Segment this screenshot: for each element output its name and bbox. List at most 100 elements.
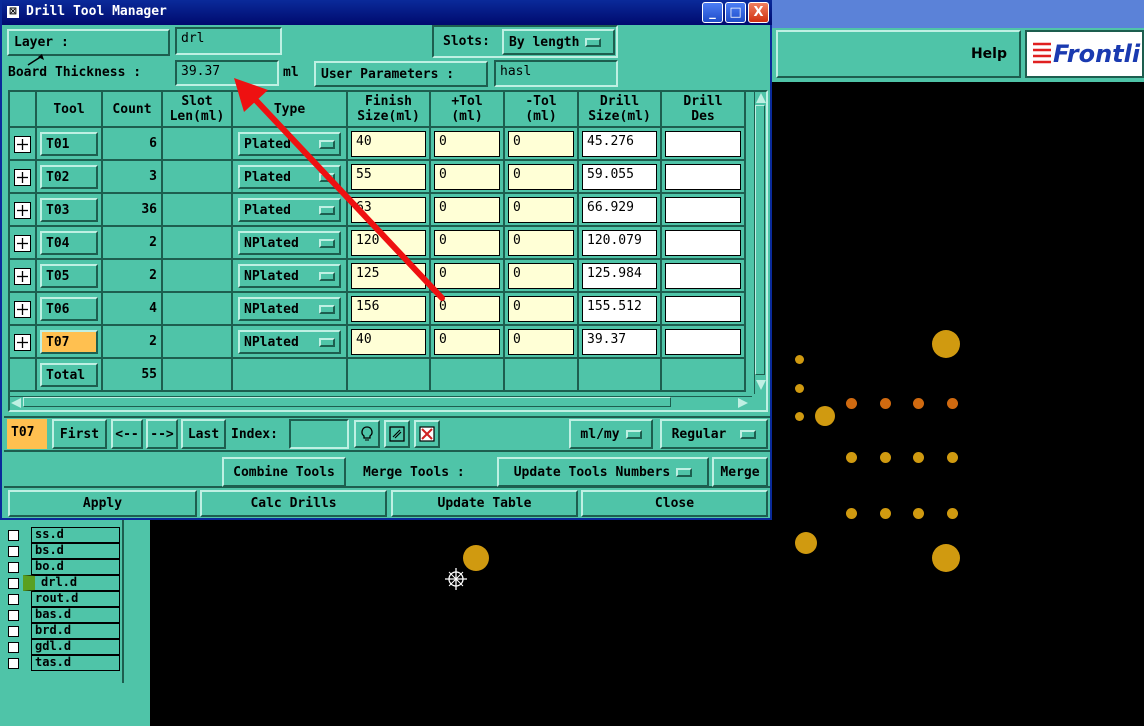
finish-size-field[interactable]: 63 (351, 197, 426, 223)
drill-des-field[interactable] (665, 197, 741, 223)
layer-row[interactable]: rout.d (4, 591, 120, 607)
lightbulb-icon[interactable] (354, 420, 380, 448)
plus-tol-field[interactable]: 0 (434, 197, 500, 223)
plus-tol-field[interactable]: 0 (434, 329, 500, 355)
drill-des-field[interactable] (665, 131, 741, 157)
tool-button[interactable]: T03 (40, 198, 98, 222)
scroll-left-arrow-icon[interactable] (11, 398, 21, 408)
finish-size-field[interactable]: 55 (351, 164, 426, 190)
minus-tol-field[interactable]: 0 (508, 296, 574, 322)
expand-row-icon[interactable] (14, 169, 31, 186)
drill-des-field[interactable] (665, 296, 741, 322)
minus-tol-field[interactable]: 0 (508, 131, 574, 157)
finish-size-field[interactable]: 125 (351, 263, 426, 289)
update-tools-numbers-select[interactable]: Update Tools Numbers (497, 457, 709, 487)
layer-row[interactable]: bs.d (4, 543, 120, 559)
plus-tol-field[interactable]: 0 (434, 296, 500, 322)
finish-size-field[interactable]: 40 (351, 131, 426, 157)
tool-button[interactable]: T02 (40, 165, 98, 189)
tool-button[interactable]: T06 (40, 297, 98, 321)
layer-row[interactable]: tas.d (4, 655, 120, 671)
type-select[interactable]: Plated (238, 132, 341, 156)
user-parameters-field[interactable]: hasl (494, 60, 618, 87)
layer-row[interactable]: bas.d (4, 607, 120, 623)
drill-size-field[interactable]: 66.929 (582, 197, 657, 223)
prev-button[interactable]: <-- (111, 419, 143, 449)
drill-size-field[interactable]: 45.276 (582, 131, 657, 157)
minimize-button[interactable]: _ (702, 2, 723, 23)
first-button[interactable]: First (52, 419, 107, 449)
layer-checkbox[interactable] (8, 529, 19, 541)
tool-button[interactable]: T01 (40, 132, 98, 156)
close-button[interactable]: Close (581, 490, 768, 517)
delete-icon[interactable] (414, 420, 440, 448)
type-select[interactable]: NPlated (238, 231, 341, 255)
expand-row-icon[interactable] (14, 268, 31, 285)
layer-checkbox[interactable] (8, 577, 19, 589)
units-select[interactable]: ml/my (569, 419, 653, 449)
help-button[interactable]: Help (776, 30, 1021, 78)
layer-row[interactable]: brd.d (4, 623, 120, 639)
scroll-right-arrow-icon[interactable] (738, 398, 748, 408)
finish-size-field[interactable]: 120 (351, 230, 426, 256)
expand-row-icon[interactable] (14, 301, 31, 318)
plus-tol-field[interactable]: 0 (434, 131, 500, 157)
finish-size-field[interactable]: 156 (351, 296, 426, 322)
type-select[interactable]: NPlated (238, 264, 341, 288)
tool-button[interactable]: T05 (40, 264, 98, 288)
scroll-up-arrow-icon[interactable] (756, 93, 766, 103)
minus-tol-field[interactable]: 0 (508, 197, 574, 223)
layer-checkbox[interactable] (8, 545, 19, 557)
type-select[interactable]: Plated (238, 198, 341, 222)
drill-des-field[interactable] (665, 263, 741, 289)
last-button[interactable]: Last (181, 419, 226, 449)
layer-row-active[interactable]: drl.d (4, 575, 120, 591)
mode-select[interactable]: Regular (660, 419, 768, 449)
minus-tol-field[interactable]: 0 (508, 164, 574, 190)
horizontal-scrollbar[interactable] (10, 396, 752, 408)
plus-tol-field[interactable]: 0 (434, 263, 500, 289)
drill-size-field[interactable]: 155.512 (582, 296, 657, 322)
maximize-button[interactable]: □ (725, 2, 746, 23)
tool-button[interactable]: T07 (40, 330, 98, 354)
layer-checkbox[interactable] (8, 657, 19, 669)
layer-checkbox[interactable] (8, 625, 19, 637)
vertical-scrollbar[interactable] (754, 92, 766, 394)
highlight-icon[interactable] (384, 420, 410, 448)
minus-tol-field[interactable]: 0 (508, 329, 574, 355)
slots-select[interactable]: By length (502, 29, 615, 55)
update-table-button[interactable]: Update Table (391, 490, 578, 517)
minus-tol-field[interactable]: 0 (508, 263, 574, 289)
calc-drills-button[interactable]: Calc Drills (200, 490, 387, 517)
type-select[interactable]: NPlated (238, 297, 341, 321)
minus-tol-field[interactable]: 0 (508, 230, 574, 256)
index-field[interactable] (289, 419, 349, 449)
drill-size-field[interactable]: 39.37 (582, 329, 657, 355)
drill-size-field[interactable]: 120.079 (582, 230, 657, 256)
layer-row[interactable]: gdl.d (4, 639, 120, 655)
layer-checkbox[interactable] (8, 593, 19, 605)
type-select[interactable]: NPlated (238, 330, 341, 354)
drill-des-field[interactable] (665, 164, 741, 190)
plus-tol-field[interactable]: 0 (434, 230, 500, 256)
scroll-down-arrow-icon[interactable] (756, 380, 766, 390)
apply-button[interactable]: Apply (8, 490, 197, 517)
plus-tol-field[interactable]: 0 (434, 164, 500, 190)
drill-des-field[interactable] (665, 230, 741, 256)
type-select[interactable]: Plated (238, 165, 341, 189)
user-parameters-button[interactable]: User Parameters : (314, 61, 488, 87)
combine-tools-button[interactable]: Combine Tools (222, 457, 346, 487)
layer-checkbox[interactable] (8, 561, 19, 573)
tool-button[interactable]: T04 (40, 231, 98, 255)
close-window-button[interactable]: X (748, 2, 769, 23)
merge-button[interactable]: Merge (712, 457, 768, 487)
vertical-scroll-thumb[interactable] (755, 105, 765, 375)
board-thickness-field[interactable]: 39.37 (175, 60, 279, 86)
drill-des-field[interactable] (665, 329, 741, 355)
horizontal-scroll-thumb[interactable] (23, 397, 671, 407)
drill-size-field[interactable]: 125.984 (582, 263, 657, 289)
layer-row[interactable]: ss.d (4, 527, 120, 543)
expand-row-icon[interactable] (14, 202, 31, 219)
expand-row-icon[interactable] (14, 136, 31, 153)
drill-size-field[interactable]: 59.055 (582, 164, 657, 190)
